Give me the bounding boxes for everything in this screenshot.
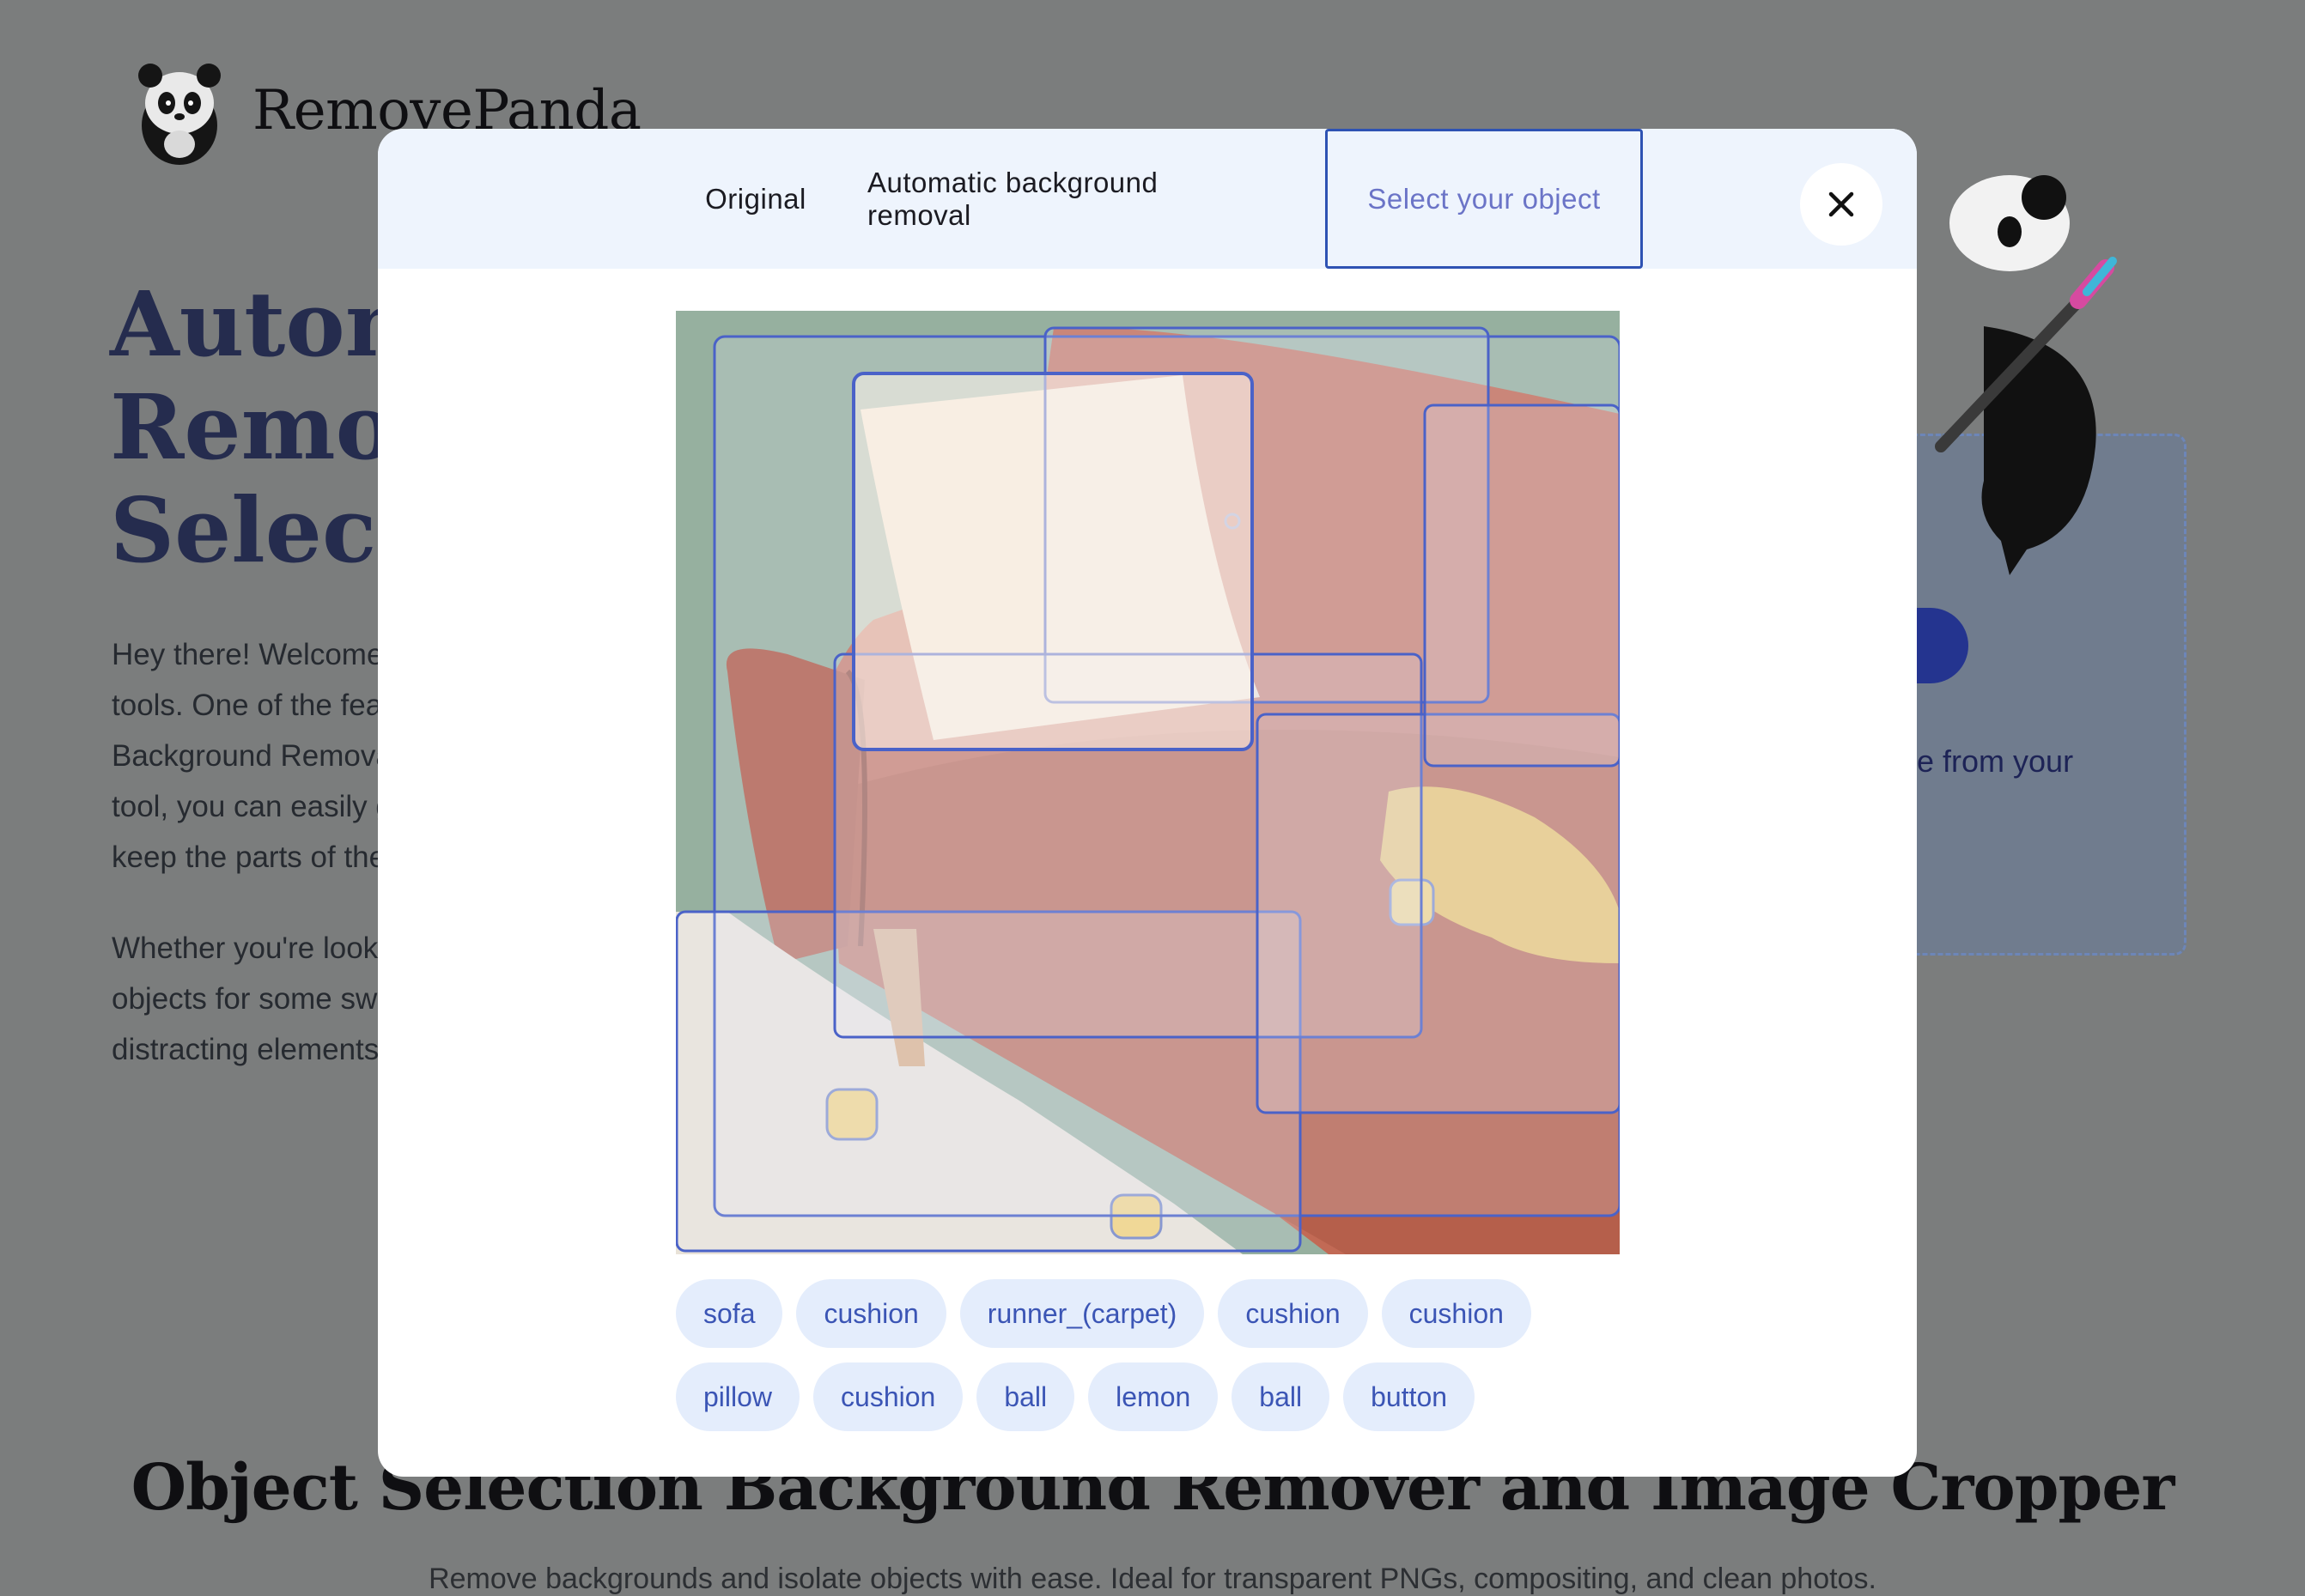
chip-ball[interactable]: ball bbox=[1232, 1362, 1330, 1431]
paragraph-line: Background Remova bbox=[112, 739, 392, 773]
paragraph-line: tool, you can easily g bbox=[112, 790, 392, 823]
paragraph-line: tools. One of the feat bbox=[112, 689, 391, 722]
close-x-icon bbox=[1828, 191, 1854, 217]
chip-sofa[interactable]: sofa bbox=[676, 1279, 783, 1348]
object-selection-canvas[interactable] bbox=[676, 311, 1620, 1254]
object-chip-row: sofa cushion runner_(carpet) cushion cus… bbox=[676, 1279, 1531, 1348]
modal-tab-bar: Original Automatic background removal Se… bbox=[378, 129, 1917, 269]
chip-cushion[interactable]: cushion bbox=[796, 1279, 946, 1348]
chip-ball[interactable]: ball bbox=[976, 1362, 1075, 1431]
object-chip-row: pillow cushion ball lemon ball button bbox=[676, 1362, 1475, 1431]
tab-original[interactable]: Original bbox=[678, 129, 833, 269]
selection-box-pillow[interactable] bbox=[852, 372, 1254, 751]
sofa-photo bbox=[676, 311, 1620, 1254]
object-selection-modal: Original Automatic background removal Se… bbox=[378, 129, 1917, 1477]
hero-paragraph-1: Hey there! Welcome tools. One of the fea… bbox=[112, 629, 421, 883]
section-subtitle: Remove backgrounds and isolate objects w… bbox=[429, 1563, 1876, 1595]
hero-paragraph-2: Whether you're look objects for some swe… bbox=[112, 923, 421, 1075]
paragraph-line: Whether you're look bbox=[112, 932, 379, 965]
chip-pillow[interactable]: pillow bbox=[676, 1362, 800, 1431]
close-button[interactable] bbox=[1800, 163, 1882, 246]
chip-button[interactable]: button bbox=[1343, 1362, 1475, 1431]
tab-select-your-object[interactable]: Select your object bbox=[1325, 129, 1643, 269]
selection-box-cushion[interactable] bbox=[1423, 404, 1620, 768]
chip-runner-carpet[interactable]: runner_(carpet) bbox=[959, 1279, 1205, 1348]
upload-hint-text: e from your bbox=[1917, 743, 2074, 779]
selection-box-cushion[interactable] bbox=[1256, 713, 1620, 1114]
tab-automatic-background-removal[interactable]: Automatic background removal bbox=[867, 129, 1228, 269]
paragraph-line: distracting elements bbox=[112, 1033, 380, 1066]
chip-cushion[interactable]: cushion bbox=[1381, 1279, 1531, 1348]
paragraph-line: keep the parts of the bbox=[112, 840, 386, 874]
chip-cushion[interactable]: cushion bbox=[1218, 1279, 1368, 1348]
chip-lemon[interactable]: lemon bbox=[1088, 1362, 1219, 1431]
panda-logo-icon bbox=[138, 64, 221, 165]
panda-painter-illustration-icon bbox=[1935, 175, 2117, 575]
paragraph-line: objects for some swe bbox=[112, 982, 394, 1016]
chip-cushion[interactable]: cushion bbox=[813, 1362, 964, 1431]
paragraph-line: Hey there! Welcome bbox=[112, 638, 384, 671]
